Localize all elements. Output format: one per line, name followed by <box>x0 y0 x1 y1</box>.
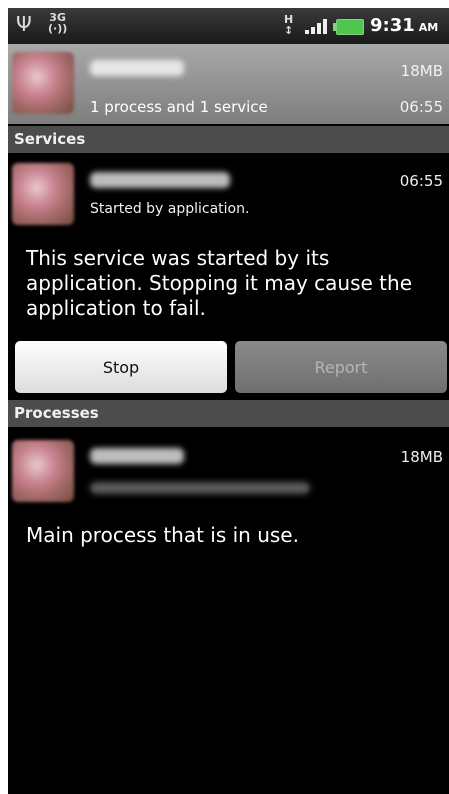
process-package-redacted <box>90 482 310 494</box>
clock-time: 9:31 <box>370 15 415 36</box>
app-avatar-icon <box>12 52 74 114</box>
service-time: 06:55 <box>399 172 443 190</box>
net-3g-sub: (·)) <box>48 22 68 35</box>
app-time: 06:55 <box>399 98 443 116</box>
status-time: 9:31 AM <box>370 15 438 36</box>
report-button[interactable]: Report <box>235 341 447 393</box>
signal-icon <box>305 18 331 34</box>
app-summary: 1 process and 1 service <box>90 98 268 116</box>
services-header: Services <box>8 126 449 153</box>
service-name-redacted <box>90 172 230 188</box>
net-3g-icon: 3G (·)) <box>48 12 67 34</box>
app-name-redacted <box>90 60 184 76</box>
service-description: This service was started by its applicat… <box>26 246 413 320</box>
data-arrows: ↕ <box>284 24 294 37</box>
usb-icon: Ψ <box>16 12 32 36</box>
battery-icon <box>333 19 364 35</box>
app-size: 18MB <box>400 62 443 80</box>
status-bar: Ψ 3G (·)) H ↕ 9:31 AM <box>8 8 449 44</box>
process-size: 18MB <box>400 448 443 466</box>
clock-ampm: AM <box>418 21 439 34</box>
service-started-by: Started by application. <box>90 201 250 217</box>
data-h-icon: H ↕ <box>284 14 293 36</box>
stop-button[interactable]: Stop <box>15 341 227 393</box>
service-avatar-icon <box>12 163 74 225</box>
process-name-redacted <box>90 448 184 464</box>
process-avatar-icon <box>12 440 74 502</box>
processes-header: Processes <box>8 400 449 427</box>
process-description: Main process that is in use. <box>26 523 299 547</box>
app-header[interactable]: 18MB 1 process and 1 service 06:55 <box>8 44 449 124</box>
phone-screen: Ψ 3G (·)) H ↕ 9:31 AM 18MB 1 process and … <box>8 8 449 794</box>
